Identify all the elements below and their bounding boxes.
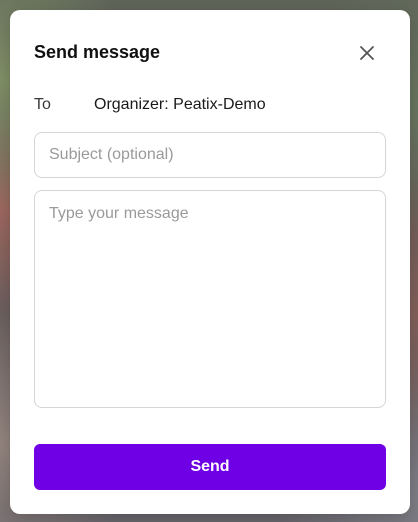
subject-input[interactable]	[34, 132, 386, 178]
dialog-title: Send message	[34, 42, 161, 62]
close-button[interactable]	[354, 40, 380, 66]
close-icon	[360, 46, 374, 60]
send-button[interactable]: Send	[34, 444, 386, 490]
recipient-value: Organizer: Peatix-Demo	[94, 96, 266, 113]
recipient-label: To	[34, 96, 51, 113]
send-message-dialog: Send message To Organizer: Peatix-Demo S…	[10, 10, 410, 514]
message-textarea[interactable]	[34, 190, 386, 408]
